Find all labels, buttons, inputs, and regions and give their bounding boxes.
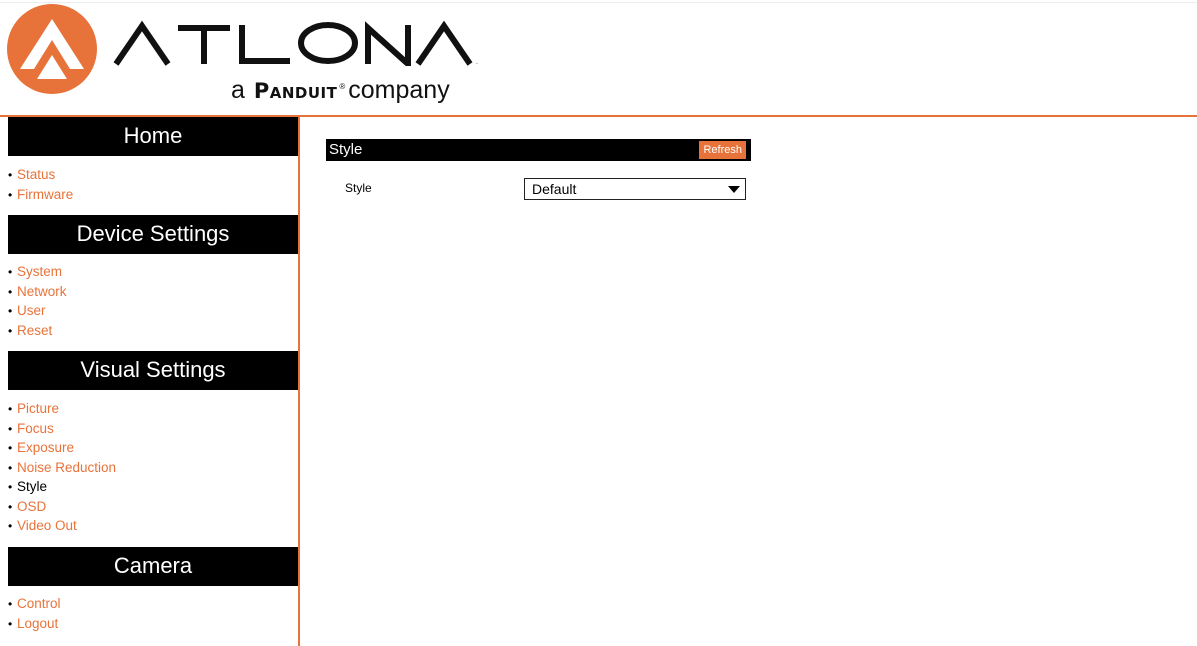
bullet: • [8, 265, 13, 279]
sidebar-item-noise-reduction: • Noise Reduction [8, 458, 116, 478]
sidebar-link-focus[interactable]: Focus [17, 421, 54, 436]
sidebar-item-control: • Control [8, 594, 61, 614]
style-select-value: Default [532, 181, 577, 197]
bullet: • [8, 284, 13, 299]
nav-list-camera: • Control • Logout [8, 594, 61, 633]
sidebar-item-network: • Network [8, 282, 67, 302]
sidebar-item-user: • User [8, 301, 67, 321]
bullet: • [8, 187, 13, 202]
atlona-wordmark: . [113, 20, 478, 66]
atlona-logo-icon [7, 4, 97, 94]
sidebar-link-osd[interactable]: OSD [17, 499, 46, 514]
nav-section-camera: Camera [8, 547, 298, 586]
bullet: • [8, 499, 13, 514]
tagline-prefix: a [231, 76, 245, 104]
svg-text:.: . [476, 59, 478, 66]
nav-list-visual-settings: • Picture • Focus • Exposure • Noise Reducti… [8, 399, 116, 536]
sidebar-link-reset[interactable]: Reset [17, 323, 52, 338]
sidebar-item-video-out: • Video Out [8, 516, 116, 536]
header: . a Panduit ® company [0, 0, 1197, 117]
sidebar-link-control[interactable]: Control [17, 596, 61, 611]
chevron-down-icon [728, 186, 740, 193]
sidebar-link-video-out[interactable]: Video Out [17, 518, 77, 533]
sidebar-link-picture[interactable]: Picture [17, 401, 59, 416]
sidebar-divider [298, 117, 300, 646]
sidebar-item-reset: • Reset [8, 321, 67, 341]
style-select[interactable]: Default [524, 178, 746, 200]
sidebar-link-firmware[interactable]: Firmware [17, 187, 73, 202]
sidebar-link-exposure[interactable]: Exposure [17, 440, 74, 455]
bullet: • [8, 460, 13, 475]
nav-list-home: • Status • Firmware [8, 165, 73, 204]
logo-tagline: a Panduit ® company [231, 76, 450, 105]
sidebar-link-user[interactable]: User [17, 303, 46, 318]
panel-title: Style [329, 141, 363, 158]
bullet: • [8, 421, 13, 436]
sidebar-item-logout: • Logout [8, 614, 61, 634]
sidebar-item-osd: • OSD [8, 497, 116, 517]
sidebar-link-noise-reduction[interactable]: Noise Reduction [17, 460, 116, 475]
sidebar-link-system[interactable]: System [17, 264, 62, 279]
sidebar-link-style[interactable]: Style [17, 479, 47, 494]
sidebar-link-network[interactable]: Network [17, 284, 67, 299]
sidebar-link-logout[interactable]: Logout [17, 616, 58, 631]
registered-mark: ® [339, 81, 346, 91]
nav-section-device-settings: Device Settings [8, 215, 298, 254]
panduit-brand: Panduit [253, 79, 338, 103]
sidebar-item-exposure: • Exposure [8, 438, 116, 458]
sidebar-item-firmware: • Firmware [8, 185, 73, 205]
refresh-button[interactable]: Refresh [699, 141, 746, 159]
nav-section-home: Home [8, 117, 298, 156]
style-field-label: Style [345, 181, 372, 195]
nav-section-visual-settings: Visual Settings [8, 351, 298, 390]
bullet: • [8, 304, 13, 318]
nav-list-device-settings: • System • Network • User • Reset [8, 262, 67, 340]
bullet: • [8, 480, 13, 494]
sidebar-item-picture: • Picture [8, 399, 116, 419]
sidebar-item-status: • Status [8, 165, 73, 185]
bullet: • [8, 441, 13, 455]
style-panel-header: Style Refresh [326, 139, 751, 161]
bullet: • [8, 519, 13, 533]
bullet: • [8, 168, 13, 182]
tagline-suffix: company [348, 76, 450, 104]
bullet: • [8, 597, 13, 611]
sidebar-item-style: • Style [8, 477, 116, 497]
bullet: • [8, 402, 13, 416]
sidebar-item-system: • System [8, 262, 67, 282]
sidebar-link-status[interactable]: Status [17, 167, 55, 182]
sidebar-item-focus: • Focus [8, 419, 116, 439]
bullet: • [8, 323, 13, 338]
bullet: • [8, 616, 13, 631]
